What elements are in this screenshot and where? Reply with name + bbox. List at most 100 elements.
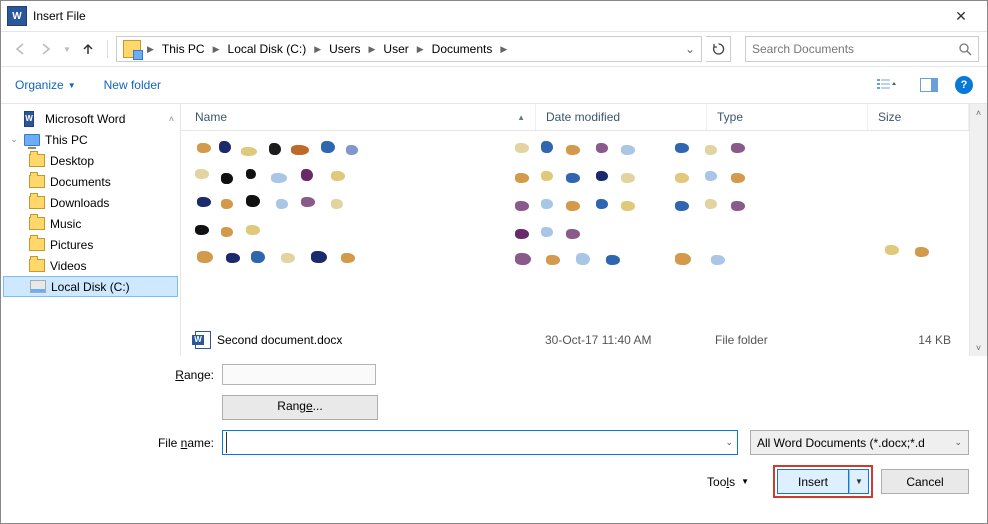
range-input[interactable] <box>222 364 376 385</box>
chevron-down-icon[interactable]: ⌄ <box>725 437 733 448</box>
chevron-up-icon[interactable]: ˄ <box>169 114 178 124</box>
tree-label: This PC <box>45 133 88 147</box>
title-bar: W Insert File ✕ <box>1 1 987 32</box>
obscured-content <box>881 243 941 263</box>
chevron-right-icon[interactable]: ▶ <box>366 44 377 55</box>
cancel-button[interactable]: Cancel <box>881 469 969 494</box>
pc-icon <box>24 134 40 146</box>
column-name[interactable]: Name ▲ <box>181 104 536 130</box>
column-headers: Name ▲ Date modified Type Size <box>181 104 969 131</box>
tree-item-local-disk[interactable]: Local Disk (C:) <box>3 276 178 297</box>
breadcrumb-user[interactable]: User <box>377 37 414 61</box>
back-button[interactable] <box>9 38 31 60</box>
column-type[interactable]: Type <box>707 104 868 130</box>
text-caret <box>226 432 227 453</box>
organize-label: Organize <box>15 78 64 92</box>
preview-pane-button[interactable] <box>913 72 945 98</box>
tree-label: Pictures <box>50 238 93 252</box>
tree-item-downloads[interactable]: Downloads <box>3 192 178 213</box>
word-icon: W <box>24 111 34 127</box>
search-box[interactable]: Search Documents <box>745 36 979 62</box>
view-options-button[interactable] <box>871 72 903 98</box>
navigation-tree[interactable]: W Microsoft Word ˄ ⌄ This PC Desktop Doc… <box>1 104 181 356</box>
nav-bar: ▼ ▶ This PC ▶ Local Disk (C:) ▶ Users ▶ … <box>1 32 987 67</box>
tree-label: Downloads <box>50 196 109 210</box>
content-area: W Microsoft Word ˄ ⌄ This PC Desktop Doc… <box>1 103 987 356</box>
address-bar[interactable]: ▶ This PC ▶ Local Disk (C:) ▶ Users ▶ Us… <box>116 36 702 62</box>
tree-label: Videos <box>50 259 86 273</box>
folder-icon <box>29 259 45 272</box>
search-placeholder: Search Documents <box>752 42 959 56</box>
chevron-right-icon[interactable]: ▶ <box>312 44 323 55</box>
folder-icon <box>29 217 45 230</box>
refresh-button[interactable] <box>706 36 731 62</box>
organize-menu[interactable]: Organize ▼ <box>15 78 76 92</box>
filename-combo[interactable]: ⌄ <box>222 430 738 455</box>
range-label: Range: <box>19 368 222 382</box>
file-type-filter[interactable]: All Word Documents (*.docx;*.d ⌄ <box>750 430 969 455</box>
folder-icon <box>29 196 45 209</box>
disk-icon <box>30 280 46 293</box>
close-button[interactable]: ✕ <box>941 1 981 31</box>
scroll-up-icon[interactable]: ˄ <box>970 104 987 121</box>
new-folder-button[interactable]: New folder <box>104 78 161 92</box>
folder-icon <box>29 175 45 188</box>
address-dropdown[interactable]: ⌄ <box>681 42 699 56</box>
folder-icon <box>29 238 45 251</box>
chevron-right-icon[interactable]: ▶ <box>211 44 222 55</box>
tree-item-music[interactable]: Music <box>3 213 178 234</box>
chevron-right-icon[interactable]: ▶ <box>415 44 426 55</box>
insert-label: Insert <box>798 475 828 489</box>
search-icon <box>959 43 972 56</box>
insert-split-button[interactable]: ▼ <box>849 469 869 494</box>
insert-highlight: Insert ▼ <box>773 465 873 498</box>
chevron-down-icon: ▼ <box>68 81 76 90</box>
file-item[interactable]: Second document.docx 30-Oct-17 11:40 AM … <box>181 329 969 351</box>
chevron-down-icon[interactable]: ⌄ <box>954 437 962 448</box>
tree-item-videos[interactable]: Videos <box>3 255 178 276</box>
chevron-right-icon[interactable]: ▶ <box>498 44 509 55</box>
filename-label: File name: <box>19 436 222 450</box>
forward-button[interactable] <box>35 38 57 60</box>
dialog-footer: Range: Range... File name: ⌄ All Word Do… <box>1 356 987 498</box>
location-icon <box>123 40 141 58</box>
column-size[interactable]: Size <box>868 104 969 130</box>
obscured-content <box>191 139 371 279</box>
chevron-right-icon[interactable]: ▶ <box>145 44 156 55</box>
tree-item-word[interactable]: W Microsoft Word ˄ <box>3 108 178 129</box>
column-date[interactable]: Date modified <box>536 104 707 130</box>
tree-item-this-pc[interactable]: ⌄ This PC <box>3 129 178 150</box>
tools-label: Tools <box>707 475 735 489</box>
range-button[interactable]: Range... <box>222 395 378 420</box>
obscured-content <box>671 139 761 279</box>
breadcrumb-this-pc[interactable]: This PC <box>156 37 211 61</box>
tree-label: Documents <box>50 175 111 189</box>
breadcrumb-users[interactable]: Users <box>323 37 366 61</box>
tree-item-desktop[interactable]: Desktop <box>3 150 178 171</box>
obscured-content <box>511 139 651 279</box>
breadcrumb-documents[interactable]: Documents <box>426 37 499 61</box>
breadcrumb-disk[interactable]: Local Disk (C:) <box>222 37 313 61</box>
tools-menu[interactable]: Tools ▼ <box>707 475 749 489</box>
tree-label: Microsoft Word <box>45 112 125 126</box>
word-app-icon: W <box>7 6 27 26</box>
col-label: Name <box>195 110 227 124</box>
collapse-icon[interactable]: ⌄ <box>9 134 19 145</box>
tree-label: Local Disk (C:) <box>51 280 130 294</box>
sort-asc-icon: ▲ <box>517 113 525 122</box>
tree-item-documents[interactable]: Documents <box>3 171 178 192</box>
help-button[interactable]: ? <box>955 76 973 94</box>
scroll-down-icon[interactable]: ˅ <box>970 339 987 356</box>
insert-button[interactable]: Insert <box>777 469 849 494</box>
recent-dropdown[interactable]: ▼ <box>61 38 73 60</box>
separator <box>107 40 108 58</box>
tree-label: Music <box>50 217 81 231</box>
vertical-scrollbar[interactable]: ˄ ˅ <box>969 104 987 356</box>
up-button[interactable] <box>77 38 99 60</box>
word-doc-icon <box>195 331 211 349</box>
filter-label: All Word Documents (*.docx;*.d <box>757 436 925 450</box>
chevron-down-icon: ▼ <box>741 477 749 486</box>
file-date: 30-Oct-17 11:40 AM <box>535 333 705 347</box>
file-list[interactable]: Name ▲ Date modified Type Size <box>181 104 969 356</box>
tree-item-pictures[interactable]: Pictures <box>3 234 178 255</box>
